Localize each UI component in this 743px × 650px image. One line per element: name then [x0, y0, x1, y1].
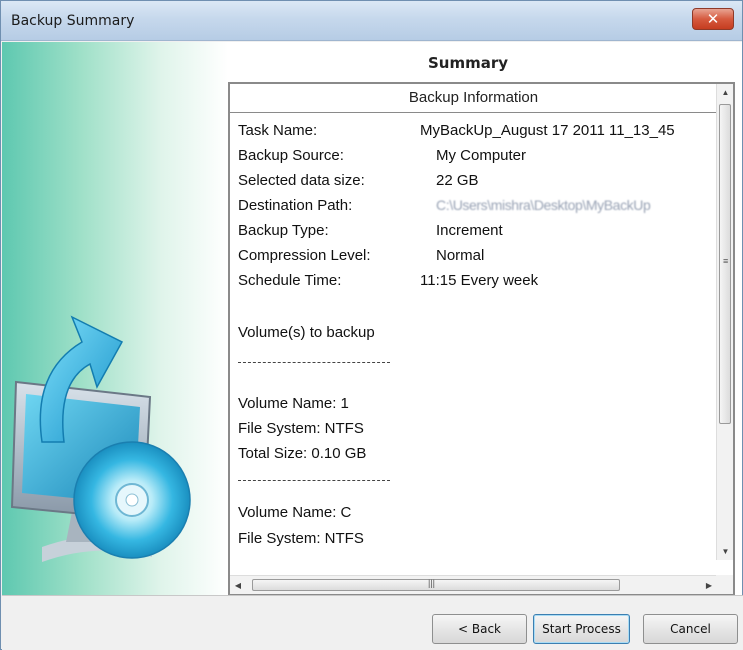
dashed-separator — [238, 362, 390, 363]
destination-path-label: Destination Path: — [238, 197, 353, 214]
task-name-value: MyBackUp_August 17 2011 11_13_45 — [420, 122, 675, 139]
data-size-label: Selected data size: — [238, 172, 365, 189]
close-button[interactable]: ✕ — [692, 8, 734, 30]
window-title: Backup Summary — [11, 13, 135, 29]
scroll-right-icon[interactable]: ▶ — [701, 576, 717, 595]
page-title: Summary — [428, 54, 509, 72]
vertical-scrollbar[interactable]: ▲ ≡ ▼ — [716, 84, 733, 560]
grip-icon: ||| — [428, 578, 436, 588]
backup-source-value: My Computer — [436, 147, 527, 164]
scroll-left-icon[interactable]: ◀ — [230, 576, 246, 595]
vertical-scroll-thumb[interactable]: ≡ — [719, 104, 731, 424]
task-name-label: Task Name: — [238, 122, 318, 139]
dashed-separator — [238, 480, 390, 481]
backup-summary-window: Backup Summary ✕ Summary Backup Informat… — [0, 0, 743, 650]
close-icon: ✕ — [706, 10, 720, 28]
compression-level-label: Compression Level: — [238, 247, 371, 264]
scroll-up-icon[interactable]: ▲ — [717, 84, 734, 101]
backup-type-label: Backup Type: — [238, 222, 329, 239]
schedule-time-label: Schedule Time: — [238, 272, 342, 289]
horizontal-scroll-thumb[interactable]: ||| — [252, 578, 620, 591]
wizard-side-banner — [2, 42, 228, 595]
backup-illustration — [10, 315, 191, 562]
backup-information-box[interactable]: Backup Information Task Name: MyBackUp_A… — [228, 82, 735, 596]
schedule-time-value: 11:15 Every week — [420, 272, 539, 289]
button-bar: < Back Start Process Cancel — [2, 595, 743, 650]
grip-icon: ≡ — [723, 256, 729, 266]
destination-path-value: C:\Users\mishra\Desktop\MyBackUp — [436, 197, 651, 213]
volume1-file-system: File System: NTFS — [238, 420, 364, 437]
cancel-button[interactable]: Cancel — [643, 614, 738, 644]
volume1-total-size: Total Size: 0.10 GB — [238, 445, 367, 462]
scroll-down-icon[interactable]: ▼ — [717, 543, 734, 560]
compression-level-value: Normal — [436, 247, 485, 264]
horizontal-scrollbar[interactable]: ◀ ||| ▶ — [230, 575, 717, 594]
header-divider — [230, 112, 717, 113]
summary-content: Summary Backup Information Task Name: My… — [228, 42, 742, 596]
back-button[interactable]: < Back — [432, 614, 527, 644]
volume2-name: Volume Name: C — [238, 504, 352, 521]
start-process-button[interactable]: Start Process — [533, 614, 630, 644]
volume2-file-system: File System: NTFS — [238, 530, 364, 547]
title-bar[interactable]: Backup Summary ✕ — [1, 1, 742, 41]
backup-type-value: Increment — [436, 222, 503, 239]
scrollbar-corner — [716, 575, 733, 594]
volumes-heading: Volume(s) to backup — [238, 324, 375, 341]
data-size-value: 22 GB — [436, 172, 479, 189]
info-box-header: Backup Information — [408, 89, 539, 106]
backup-source-label: Backup Source: — [238, 147, 344, 164]
volume1-name: Volume Name: 1 — [238, 395, 349, 412]
